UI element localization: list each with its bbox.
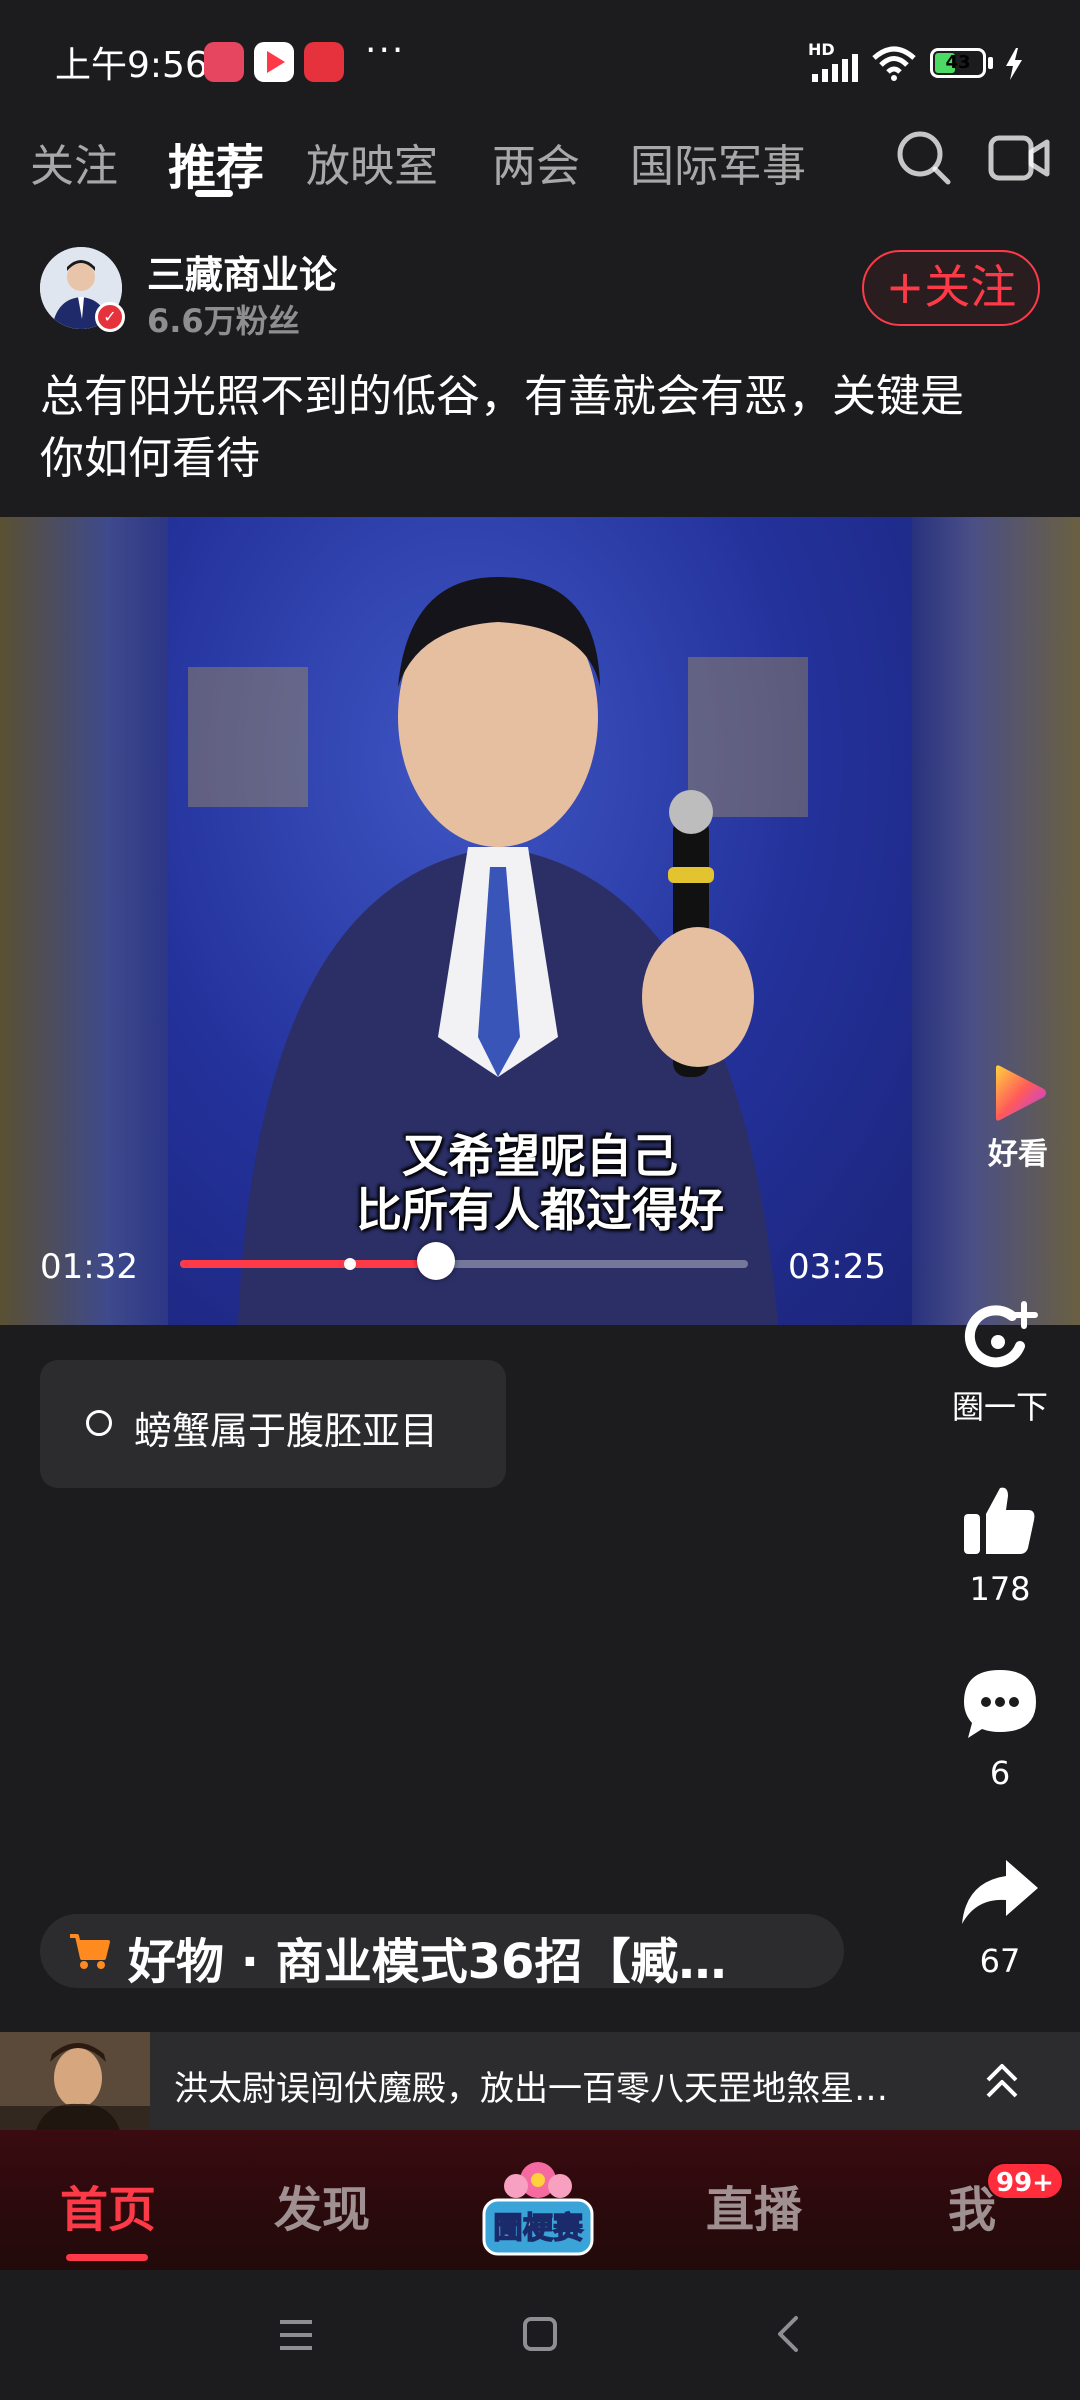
bottom-tab-bar: 首页 发现 圊梗赛 直播 我 99+ bbox=[0, 2130, 1080, 2270]
comment-icon bbox=[964, 1670, 1036, 1738]
author-name[interactable]: 三藏商业论 bbox=[147, 244, 337, 299]
progress-bar[interactable] bbox=[180, 1258, 748, 1270]
video-app-notification-icon bbox=[254, 42, 294, 82]
notification-badge: 99+ bbox=[986, 2162, 1064, 2200]
drama-thumbnail bbox=[0, 2032, 150, 2130]
video-caption: 总有阳光照不到的低谷，有善就会有恶，关键是 你如何看待 bbox=[40, 366, 1040, 490]
active-tab-indicator bbox=[66, 2254, 148, 2261]
subtitle-line: 比所有人都过得好 bbox=[356, 1183, 724, 1237]
product-bar[interactable]: 好物 · 商业模式36招【臧… bbox=[40, 1914, 844, 1990]
app-notification-icon bbox=[204, 42, 244, 82]
tab-event[interactable]: 圊梗赛 bbox=[478, 2158, 598, 2258]
tab-live[interactable]: 直播 bbox=[706, 2170, 802, 2240]
video-camera-icon[interactable] bbox=[988, 130, 1050, 186]
top-nav: 关注 推荐 放映室 两会 国际军事 bbox=[0, 110, 1080, 220]
tab-home[interactable]: 首页 bbox=[60, 2170, 156, 2240]
current-time: 01:32 bbox=[40, 1247, 138, 1287]
share-action[interactable]: 67 bbox=[940, 1858, 1060, 1980]
tab-screening-room[interactable]: 放映室 bbox=[306, 130, 438, 194]
event-label: 圊梗赛 bbox=[493, 2211, 584, 2246]
tab-military[interactable]: 国际军事 bbox=[630, 130, 806, 194]
battery-icon: 43 bbox=[930, 48, 986, 78]
shopping-cart-icon bbox=[70, 1934, 110, 1969]
share-count: 67 bbox=[979, 1942, 1021, 1980]
thumbs-up-icon bbox=[964, 1487, 1035, 1554]
total-time: 03:25 bbox=[788, 1247, 886, 1287]
expand-up-icon[interactable] bbox=[982, 2058, 1022, 2102]
home-icon[interactable] bbox=[522, 2316, 558, 2352]
more-notifications-icon: ··· bbox=[365, 30, 406, 71]
drama-recommendation-bar[interactable]: 洪太尉误闯伏魔殿，放出一百零八天罡地煞星… bbox=[0, 2032, 1080, 2130]
haokan-label: 好看 bbox=[988, 1137, 1048, 1172]
battery-level: 43 bbox=[945, 52, 971, 73]
caption-line: 总有阳光照不到的低谷，有善就会有恶，关键是 bbox=[40, 371, 964, 422]
product-label: 好物 · 商业模式36招【臧… bbox=[128, 1934, 727, 1990]
video-player[interactable]: 又希望呢自己 比所有人都过得好 好看 01:32 03:25 bbox=[0, 517, 1080, 1325]
wifi-icon bbox=[872, 46, 916, 81]
subtitle-line: 又希望呢自己 bbox=[402, 1129, 678, 1183]
battery-cap bbox=[988, 57, 993, 69]
circle-action[interactable]: 圈一下 bbox=[940, 1300, 1060, 1428]
like-count: 178 bbox=[969, 1570, 1031, 1608]
back-icon[interactable] bbox=[774, 2314, 802, 2354]
status-time: 上午9:56 bbox=[55, 45, 208, 86]
comment-action[interactable]: 6 bbox=[940, 1668, 1060, 1792]
status-bar: 上午9:56 ··· HD 43 bbox=[0, 0, 1080, 110]
follow-button[interactable]: +关注 bbox=[862, 250, 1040, 326]
video-subtitle: 又希望呢自己 比所有人都过得好 bbox=[168, 1129, 912, 1237]
tab-discover[interactable]: 发现 bbox=[274, 2170, 370, 2240]
quiz-card[interactable]: 螃蟹属于腹胚亚目 bbox=[40, 1360, 506, 1488]
radio-circle-icon bbox=[86, 1410, 112, 1436]
author-fans-count: 6.6万粉丝 bbox=[147, 302, 300, 340]
tab-two-sessions[interactable]: 两会 bbox=[492, 130, 580, 194]
like-action[interactable]: 178 bbox=[940, 1484, 1060, 1608]
progress-thumb[interactable] bbox=[416, 1242, 455, 1280]
menu-icon[interactable] bbox=[278, 2318, 314, 2352]
quiz-text: 螃蟹属于腹胚亚目 bbox=[134, 1409, 439, 1453]
verified-badge-icon: ✓ bbox=[95, 302, 125, 332]
system-navigation-bar bbox=[0, 2270, 1080, 2400]
event-flower-icon: 圊梗赛 bbox=[482, 2162, 594, 2256]
share-arrow-icon bbox=[962, 1860, 1038, 1924]
tab-follow[interactable]: 关注 bbox=[30, 130, 118, 194]
drama-title: 洪太尉误闯伏魔殿，放出一百零八天罡地煞星… bbox=[174, 2069, 888, 2109]
circle-label: 圈一下 bbox=[951, 1388, 1048, 1426]
tab-recommend[interactable]: 推荐 bbox=[168, 128, 264, 198]
comment-count: 6 bbox=[989, 1754, 1011, 1792]
active-tab-indicator bbox=[195, 190, 233, 197]
search-icon[interactable] bbox=[894, 128, 954, 188]
circle-add-icon bbox=[964, 1301, 1038, 1368]
caption-line: 你如何看待 bbox=[40, 433, 260, 484]
red-app-notification-icon bbox=[304, 42, 344, 82]
progress-fill bbox=[180, 1260, 436, 1268]
haokan-logo-icon bbox=[996, 1065, 1046, 1121]
charging-icon bbox=[1006, 48, 1022, 80]
signal-icon bbox=[812, 54, 858, 82]
